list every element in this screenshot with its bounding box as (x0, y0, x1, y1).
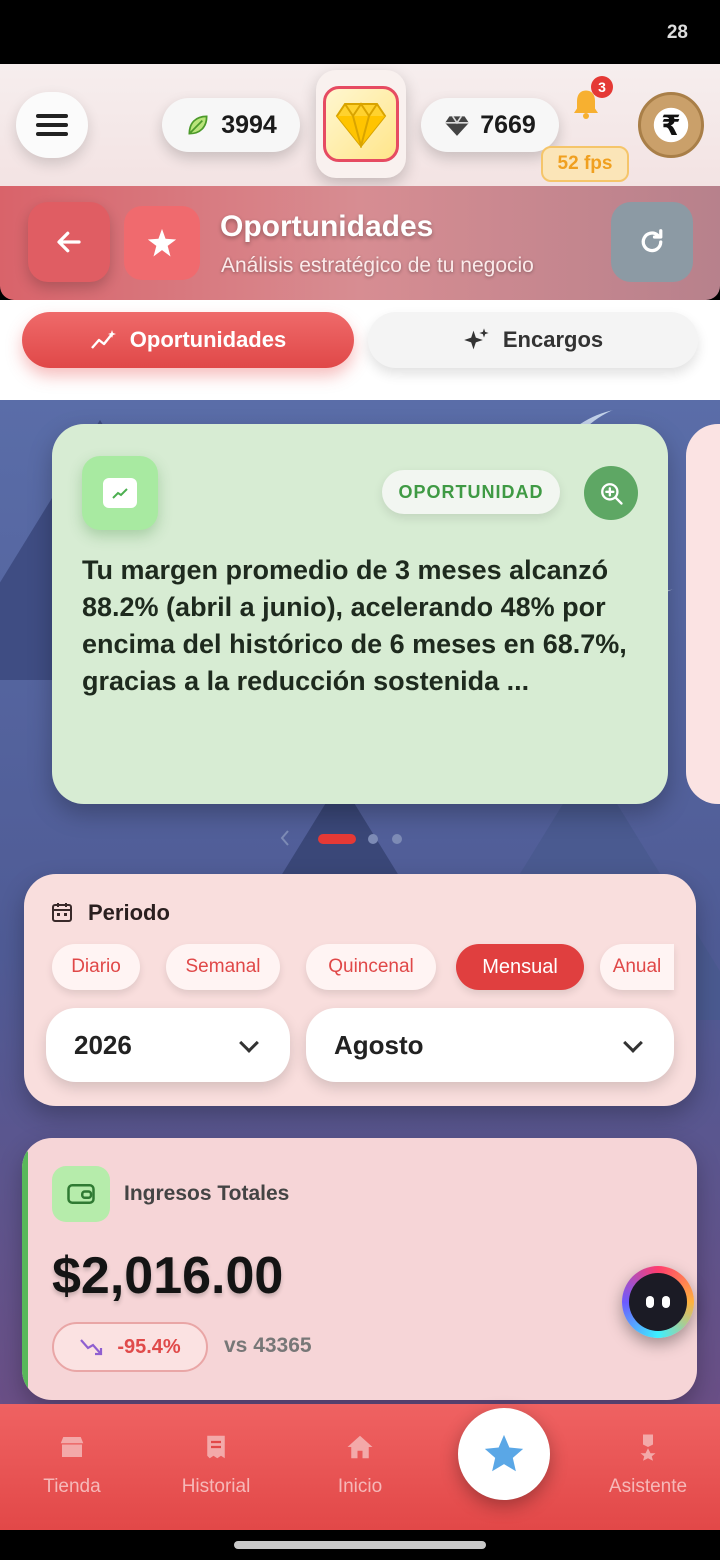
opportunity-icon (82, 456, 158, 530)
carousel-dot[interactable] (392, 834, 402, 844)
wallet-icon (52, 1166, 110, 1222)
main-content[interactable]: OPORTUNIDAD Tu margen promedio de 3 mese… (0, 400, 720, 1404)
leaf-icon (188, 115, 208, 135)
fps-indicator: 52 fps (541, 146, 629, 182)
menu-button[interactable] (16, 92, 88, 158)
carousel-dot-active[interactable] (318, 834, 356, 844)
coins-counter[interactable]: 3994 (162, 98, 300, 152)
home-icon (347, 1435, 373, 1459)
medal-icon (640, 1434, 656, 1461)
notification-badge: 3 (591, 76, 613, 98)
gem-icon (445, 115, 470, 136)
trend-down-icon (80, 1339, 103, 1356)
chip-semanal[interactable]: Semanal (166, 944, 280, 990)
coins-value: 3994 (221, 110, 277, 139)
bottom-navigation: Tienda Historial Inicio Asistente (0, 1404, 720, 1530)
month-value: Agosto (334, 1029, 424, 1060)
opportunity-type-badge: OPORTUNIDAD (382, 470, 560, 514)
month-select[interactable]: Agosto (306, 1008, 674, 1082)
chip-quincenal[interactable]: Quincenal (306, 944, 436, 990)
nav-label: Historial (181, 1476, 251, 1497)
diamond-icon (335, 102, 387, 148)
zoom-in-icon (601, 483, 623, 505)
top-bar: 3994 7669 3 52 fps ₹ (0, 64, 720, 186)
nav-tienda[interactable]: Tienda (12, 1432, 132, 1498)
page-subtitle: Análisis estratégico de tu negocio (221, 254, 534, 277)
trend-sparkle-icon (90, 330, 116, 349)
tab-oportunidades[interactable]: Oportunidades (22, 312, 354, 368)
page-header: Oportunidades Análisis estratégico de tu… (0, 186, 720, 300)
chevron-left-icon[interactable] (278, 828, 292, 848)
nav-inicio[interactable]: Inicio (300, 1432, 420, 1498)
sparkles-icon (464, 328, 489, 350)
opportunity-text: Tu margen promedio de 3 meses alcanzó 88… (82, 555, 627, 696)
status-time: 28 (666, 22, 688, 43)
chip-mensual[interactable]: Mensual (456, 944, 584, 990)
carousel-dot[interactable] (368, 834, 378, 844)
star-icon (484, 1434, 524, 1472)
bot-face-icon (629, 1273, 687, 1331)
gems-value: 7669 (480, 110, 536, 139)
income-comparison: vs 43365 (224, 1334, 312, 1357)
tab-encargos[interactable]: Encargos (368, 312, 698, 368)
carousel-indicator (0, 824, 720, 854)
tab-bar: Oportunidades Encargos (0, 300, 720, 400)
gems-counter[interactable]: 7669 (421, 98, 559, 152)
income-title: Ingresos Totales (124, 1182, 290, 1205)
trend-up-icon (112, 488, 128, 499)
home-indicator[interactable] (234, 1541, 486, 1549)
nav-label: Inicio (337, 1476, 383, 1497)
nav-historial[interactable]: Historial (156, 1432, 276, 1498)
next-card-peek[interactable] (686, 424, 720, 804)
status-bar: 28 (0, 0, 720, 64)
tab-label: Encargos (502, 327, 604, 352)
receipt-icon (207, 1435, 225, 1459)
year-value: 2026 (74, 1029, 132, 1060)
sparkle-star-icon (147, 228, 177, 257)
arrow-left-icon (57, 231, 81, 253)
app-logo[interactable] (316, 70, 406, 178)
nav-label: Tienda (43, 1476, 101, 1497)
nav-oportunidades-active[interactable] (458, 1408, 550, 1500)
refresh-icon (641, 229, 663, 253)
period-title: Periodo (88, 900, 170, 925)
chevron-down-icon (623, 1033, 643, 1053)
calendar-icon (52, 903, 72, 922)
accent-stripe (22, 1150, 28, 1390)
year-select[interactable]: 2026 (46, 1008, 290, 1082)
chip-diario[interactable]: Diario (52, 944, 140, 990)
assistant-bot-button[interactable] (622, 1266, 694, 1338)
chip-anual[interactable]: Anual (600, 944, 674, 990)
refresh-button[interactable] (611, 202, 693, 282)
income-change-value: -95.4% (117, 1335, 181, 1358)
total-income-card[interactable]: Ingresos Totales $2,016.00 -95.4% vs 433… (22, 1138, 697, 1400)
avatar[interactable]: ₹ (638, 92, 704, 158)
page-title: Oportunidades (220, 210, 434, 243)
zoom-details-button[interactable] (584, 466, 638, 520)
opportunity-card[interactable]: OPORTUNIDAD Tu margen promedio de 3 mese… (52, 424, 668, 804)
income-amount: $2,016.00 (52, 1247, 284, 1305)
opportunities-badge (124, 206, 200, 280)
nav-asistente[interactable]: Asistente (588, 1432, 708, 1498)
store-icon (60, 1437, 84, 1457)
hamburger-icon (36, 123, 68, 127)
nav-label: Asistente (608, 1476, 688, 1497)
back-button[interactable] (28, 202, 110, 282)
avatar-letter: ₹ (661, 109, 681, 141)
income-change-badge: -95.4% (52, 1322, 208, 1372)
chevron-down-icon (239, 1033, 259, 1053)
period-selector-card: Periodo Diario Semanal Quincenal Mensual… (24, 874, 696, 1106)
tab-label: Oportunidades (129, 327, 287, 352)
